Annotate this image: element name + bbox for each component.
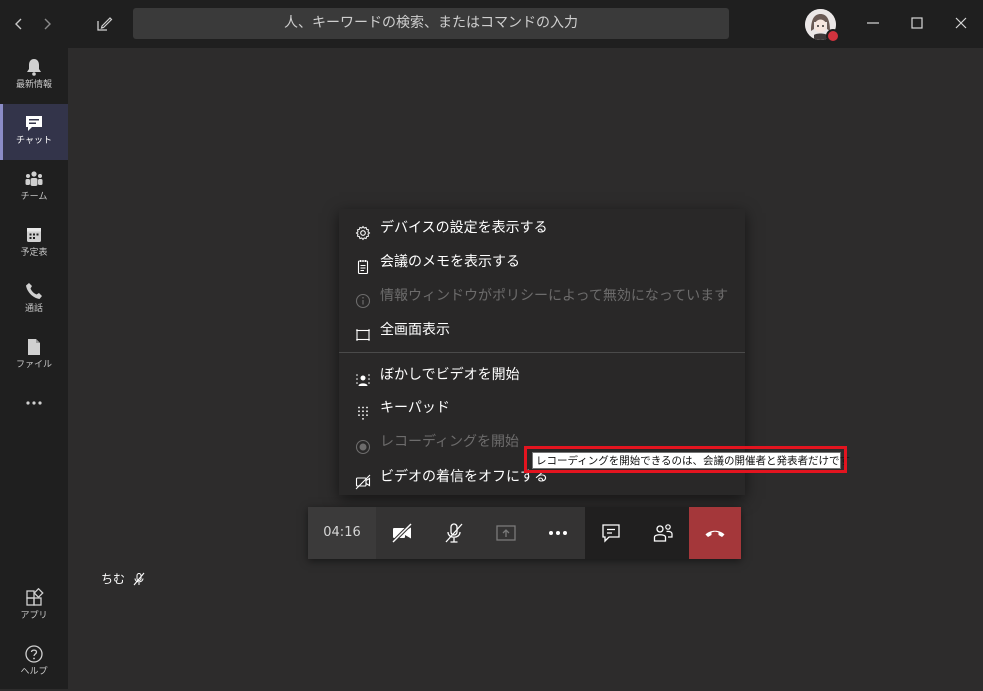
- apps-icon: [24, 587, 44, 608]
- hang-up-button[interactable]: [689, 507, 741, 559]
- appbar-item-help[interactable]: ヘルプ: [0, 635, 68, 691]
- info-icon: [355, 288, 371, 309]
- appbar-label: ファイル: [15, 360, 52, 370]
- chat-icon: [24, 113, 44, 133]
- participants-button[interactable]: [637, 507, 689, 559]
- notes-icon: [355, 254, 371, 275]
- menu-item-label: デバイスの設定を表示する: [380, 220, 548, 236]
- appbar-item-apps[interactable]: アプリ: [0, 579, 68, 635]
- video-off-icon: [355, 469, 371, 490]
- appbar-label: チャット: [16, 136, 52, 146]
- appbar-item-more[interactable]: [0, 384, 68, 440]
- tooltip-highlight-box: [524, 446, 847, 473]
- menu-item-device-settings[interactable]: デバイスの設定を表示する: [339, 211, 745, 245]
- share-screen-button[interactable]: [480, 507, 532, 559]
- appbar-item-calls[interactable]: 通話: [0, 272, 68, 328]
- menu-item-label: 全画面表示: [380, 322, 450, 338]
- appbar-label: ヘルプ: [20, 667, 48, 677]
- teams-icon: [24, 169, 44, 189]
- appbar-item-teams[interactable]: チーム: [0, 160, 68, 216]
- keypad-icon: [355, 400, 371, 420]
- participants-icon: [653, 524, 673, 542]
- menu-divider: [339, 352, 745, 353]
- help-icon: [24, 644, 44, 664]
- mic-off-button[interactable]: [428, 507, 480, 559]
- close-icon[interactable]: [950, 12, 972, 34]
- menu-item-label: 会議のメモを表示する: [380, 254, 520, 270]
- menu-item-blur-video[interactable]: ぼかしでビデオを開始: [339, 358, 745, 392]
- blur-icon: [355, 367, 371, 386]
- file-icon: [24, 337, 44, 357]
- maximize-icon[interactable]: [906, 12, 928, 34]
- phone-icon: [24, 281, 44, 301]
- menu-item-info-pane: 情報ウィンドウがポリシーによって無効になっています: [339, 279, 745, 313]
- appbar-item-calendar[interactable]: 予定表: [0, 216, 68, 272]
- mic-off-icon: [445, 523, 463, 543]
- menu-item-label: 情報ウィンドウがポリシーによって無効になっています: [380, 288, 729, 304]
- appbar-label: 最新情報: [15, 80, 52, 90]
- more-actions-button[interactable]: [532, 507, 585, 559]
- appbar-label: 予定表: [20, 248, 48, 258]
- share-screen-icon: [496, 525, 516, 541]
- call-controls-bar: 04:16: [308, 507, 741, 559]
- calendar-icon: [24, 225, 44, 245]
- appbar-item-activity[interactable]: 最新情報: [0, 48, 68, 104]
- chat-icon: [602, 524, 620, 543]
- menu-item-label: レコーディングを開始: [380, 434, 520, 450]
- appbar-item-chat[interactable]: チャット: [0, 104, 68, 160]
- fullscreen-icon: [355, 322, 371, 341]
- menu-item-label: ビデオの着信をオフにする: [380, 469, 549, 485]
- muted-mic-icon: [132, 571, 146, 586]
- hang-up-icon: [705, 530, 725, 537]
- menu-item-keypad[interactable]: キーパッド: [339, 391, 745, 425]
- back-arrow-icon[interactable]: [9, 14, 29, 34]
- menu-item-label: キーパッド: [380, 400, 450, 416]
- menu-item-fullscreen[interactable]: 全画面表示: [339, 313, 745, 347]
- gear-icon: [355, 220, 371, 241]
- app-bar: 最新情報 チャット チーム 予定表 通話 ファイル アプリ ヘルプ: [0, 48, 68, 689]
- bell-icon: [24, 57, 44, 77]
- call-timer: 04:16: [308, 507, 376, 559]
- record-icon: [355, 434, 371, 455]
- menu-item-meeting-notes[interactable]: 会議のメモを表示する: [339, 245, 745, 279]
- forward-arrow-icon[interactable]: [37, 14, 57, 34]
- more-icon: [24, 393, 44, 413]
- minimize-icon[interactable]: [862, 12, 884, 34]
- appbar-label: 通話: [24, 304, 43, 314]
- camera-off-button[interactable]: [376, 507, 428, 559]
- search-input[interactable]: 人、キーワードの検索、またはコマンドの入力: [133, 8, 729, 39]
- status-badge: [826, 29, 840, 43]
- more-icon: [549, 531, 567, 535]
- appbar-label: チーム: [20, 192, 48, 202]
- participant-name: ちむ: [101, 572, 126, 586]
- conversation-button[interactable]: [585, 507, 637, 559]
- menu-item-label: ぼかしでビデオを開始: [380, 367, 520, 383]
- compose-icon[interactable]: [93, 13, 115, 35]
- appbar-label: アプリ: [20, 611, 48, 621]
- camera-off-icon: [391, 522, 413, 544]
- appbar-item-files[interactable]: ファイル: [0, 328, 68, 384]
- title-bar: 人、キーワードの検索、またはコマンドの入力: [0, 0, 983, 48]
